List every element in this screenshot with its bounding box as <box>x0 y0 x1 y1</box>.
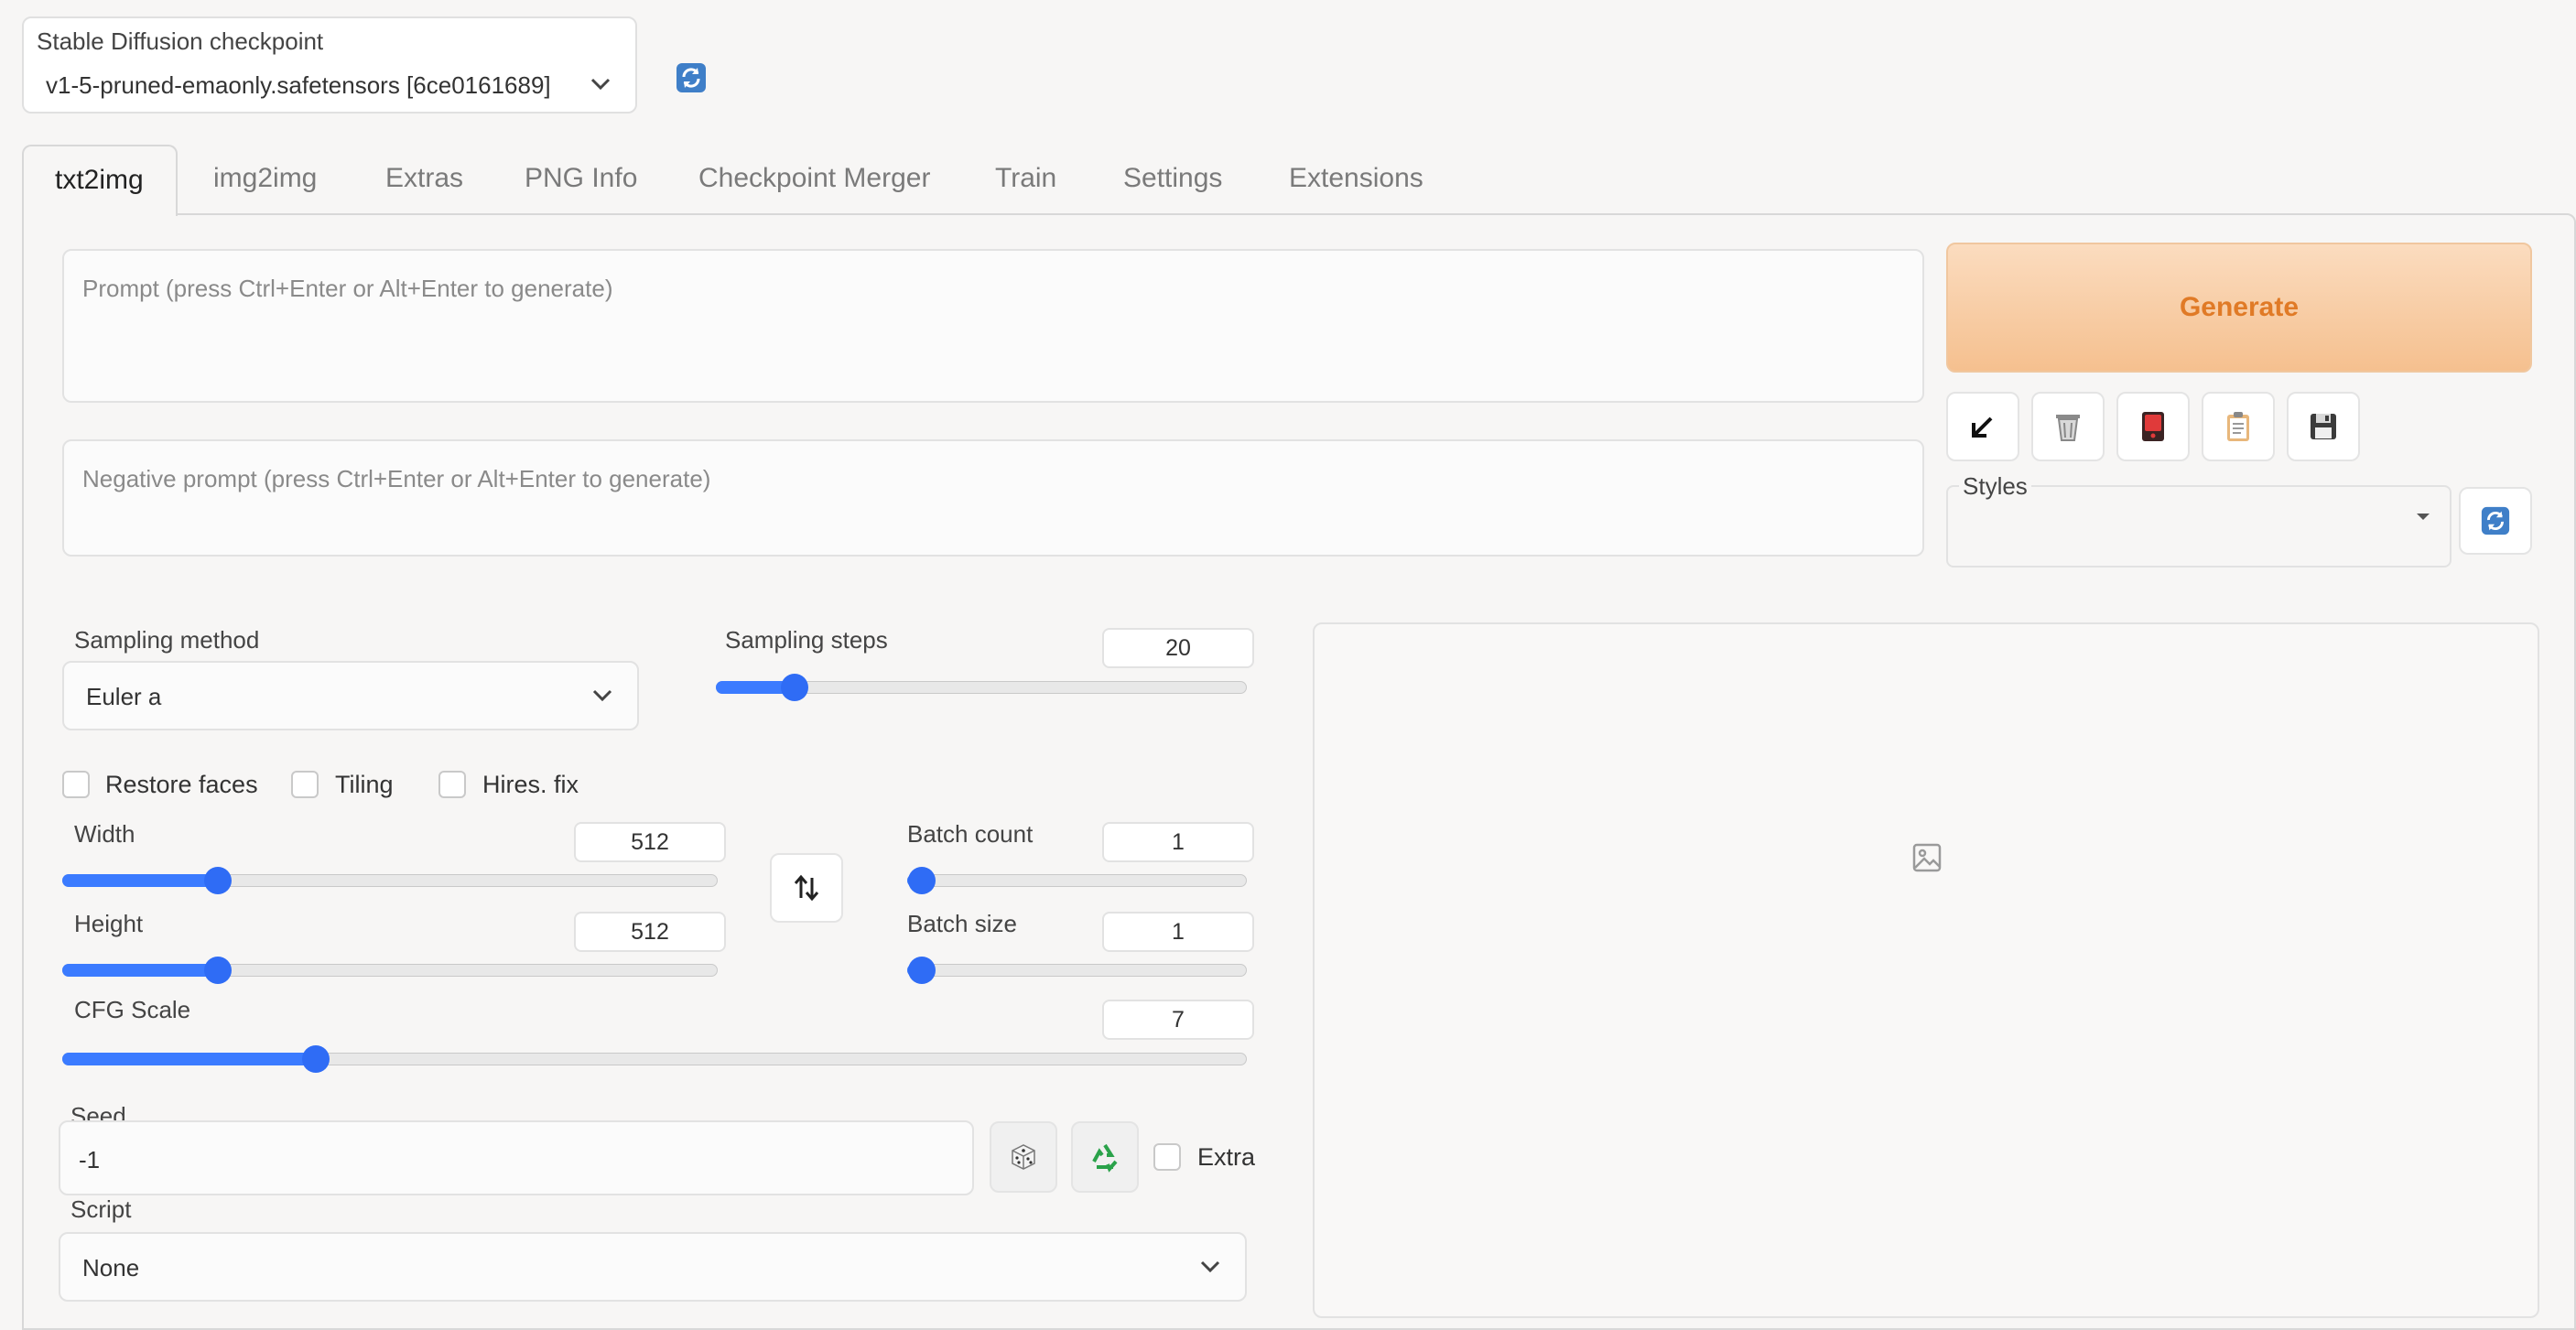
seed-value: -1 <box>79 1146 101 1173</box>
refresh-checkpoint-button[interactable] <box>675 61 708 94</box>
sampling-method-label: Sampling method <box>74 626 260 654</box>
sampling-steps-label: Sampling steps <box>725 626 888 654</box>
tab-img2img[interactable]: img2img <box>213 163 317 194</box>
refresh-styles-button[interactable] <box>2459 487 2532 555</box>
restore-faces-label: Restore faces <box>105 771 258 798</box>
slider-thumb[interactable] <box>908 957 936 984</box>
dice-icon <box>1012 1144 1035 1170</box>
slider-thumb[interactable] <box>908 867 936 894</box>
refresh-icon <box>2481 506 2510 535</box>
clear-prompt-button[interactable] <box>2031 392 2105 461</box>
chevron-down-icon <box>590 77 612 92</box>
read-params-button[interactable] <box>1946 392 2019 461</box>
sampling-method-dropdown[interactable]: Euler a <box>62 661 639 730</box>
sampling-method-value: Euler a <box>86 683 162 710</box>
tab-settings[interactable]: Settings <box>1123 163 1222 194</box>
sampling-steps-input[interactable]: 20 <box>1102 628 1254 668</box>
arrow-down-left-icon <box>1972 416 1993 438</box>
trash-icon <box>2056 415 2080 441</box>
sampling-steps-slider[interactable] <box>716 674 1247 701</box>
slider-thumb[interactable] <box>302 1045 330 1073</box>
tab-train[interactable]: Train <box>995 163 1056 194</box>
batch-size-input[interactable]: 1 <box>1102 912 1254 952</box>
tab-extras[interactable]: Extras <box>385 163 463 194</box>
styles-label: Styles <box>1959 472 2031 501</box>
refresh-icon <box>676 63 706 92</box>
height-input[interactable]: 512 <box>574 912 726 952</box>
checkpoint-dropdown[interactable]: v1-5-pruned-emaonly.safetensors [6ce0161… <box>24 60 635 112</box>
height-label: Height <box>74 910 144 937</box>
extra-label: Extra <box>1197 1143 1256 1171</box>
width-input[interactable]: 512 <box>574 822 726 862</box>
slider-fill <box>62 874 218 887</box>
tab-txt2img[interactable]: txt2img <box>22 145 178 216</box>
tab-checkpoint-merger[interactable]: Checkpoint Merger <box>698 163 930 194</box>
cfg-scale-input[interactable]: 7 <box>1102 1000 1254 1040</box>
chevron-down-icon <box>591 688 613 703</box>
batch-size-label: Batch size <box>907 910 1017 937</box>
swap-vertical-icon <box>794 874 819 902</box>
hires-fix-label: Hires. fix <box>482 771 579 798</box>
restore-faces-checkbox[interactable] <box>62 771 90 798</box>
batch-count-input[interactable]: 1 <box>1102 822 1254 862</box>
seed-input[interactable]: -1 <box>59 1120 974 1195</box>
output-gallery[interactable] <box>1313 622 2539 1318</box>
script-dropdown[interactable]: None <box>59 1232 1247 1302</box>
script-label: Script <box>70 1195 132 1223</box>
checkpoint-value: v1-5-pruned-emaonly.safetensors [6ce0161… <box>46 71 551 99</box>
caret-down-icon <box>2415 511 2431 527</box>
checkpoint-panel: Stable Diffusion checkpoint v1-5-pruned-… <box>22 16 637 114</box>
width-label: Width <box>74 820 135 848</box>
clipboard-icon <box>2227 412 2249 441</box>
generate-button[interactable]: Generate <box>1946 243 2532 373</box>
checkpoint-label: Stable Diffusion checkpoint <box>37 27 324 55</box>
extra-networks-button[interactable] <box>2116 392 2190 461</box>
tab-png-info[interactable]: PNG Info <box>525 163 637 194</box>
tiling-label: Tiling <box>335 771 394 798</box>
prompt-placeholder: Prompt (press Ctrl+Enter or Alt+Enter to… <box>82 275 613 302</box>
chevron-down-icon <box>1199 1260 1221 1274</box>
slider-fill <box>62 964 218 977</box>
batch-size-slider[interactable] <box>907 957 1247 984</box>
random-seed-button[interactable] <box>990 1121 1057 1193</box>
recycle-icon <box>1092 1143 1118 1173</box>
floppy-disk-icon <box>2311 414 2336 439</box>
apply-style-button[interactable] <box>2202 392 2275 461</box>
height-slider[interactable] <box>62 957 718 984</box>
negative-prompt-placeholder: Negative prompt (press Ctrl+Enter or Alt… <box>82 465 711 492</box>
slider-thumb[interactable] <box>780 674 808 701</box>
cfg-scale-label: CFG Scale <box>74 996 191 1023</box>
batch-count-label: Batch count <box>907 820 1034 848</box>
batch-count-slider[interactable] <box>907 867 1247 894</box>
negative-prompt-input[interactable]: Negative prompt (press Ctrl+Enter or Alt… <box>62 439 1924 557</box>
script-value: None <box>82 1254 140 1281</box>
generate-label: Generate <box>2179 292 2300 322</box>
slider-fill <box>62 1053 316 1065</box>
prompt-input[interactable]: Prompt (press Ctrl+Enter or Alt+Enter to… <box>62 249 1924 403</box>
save-style-button[interactable] <box>2287 392 2360 461</box>
image-placeholder-icon <box>1911 842 1943 878</box>
tab-extensions[interactable]: Extensions <box>1289 163 1423 194</box>
styles-dropdown[interactable]: Styles <box>1946 472 2452 568</box>
tiling-checkbox[interactable] <box>291 771 319 798</box>
cfg-scale-slider[interactable] <box>62 1045 1247 1073</box>
reuse-seed-button[interactable] <box>1071 1121 1139 1193</box>
extra-seed-checkbox[interactable] <box>1153 1143 1181 1171</box>
hires-fix-checkbox[interactable] <box>438 771 466 798</box>
red-card-icon <box>2142 412 2164 441</box>
width-slider[interactable] <box>62 867 718 894</box>
swap-dimensions-button[interactable] <box>770 853 843 923</box>
tab-bar: txt2img img2img Extras PNG Info Checkpoi… <box>22 145 2576 216</box>
